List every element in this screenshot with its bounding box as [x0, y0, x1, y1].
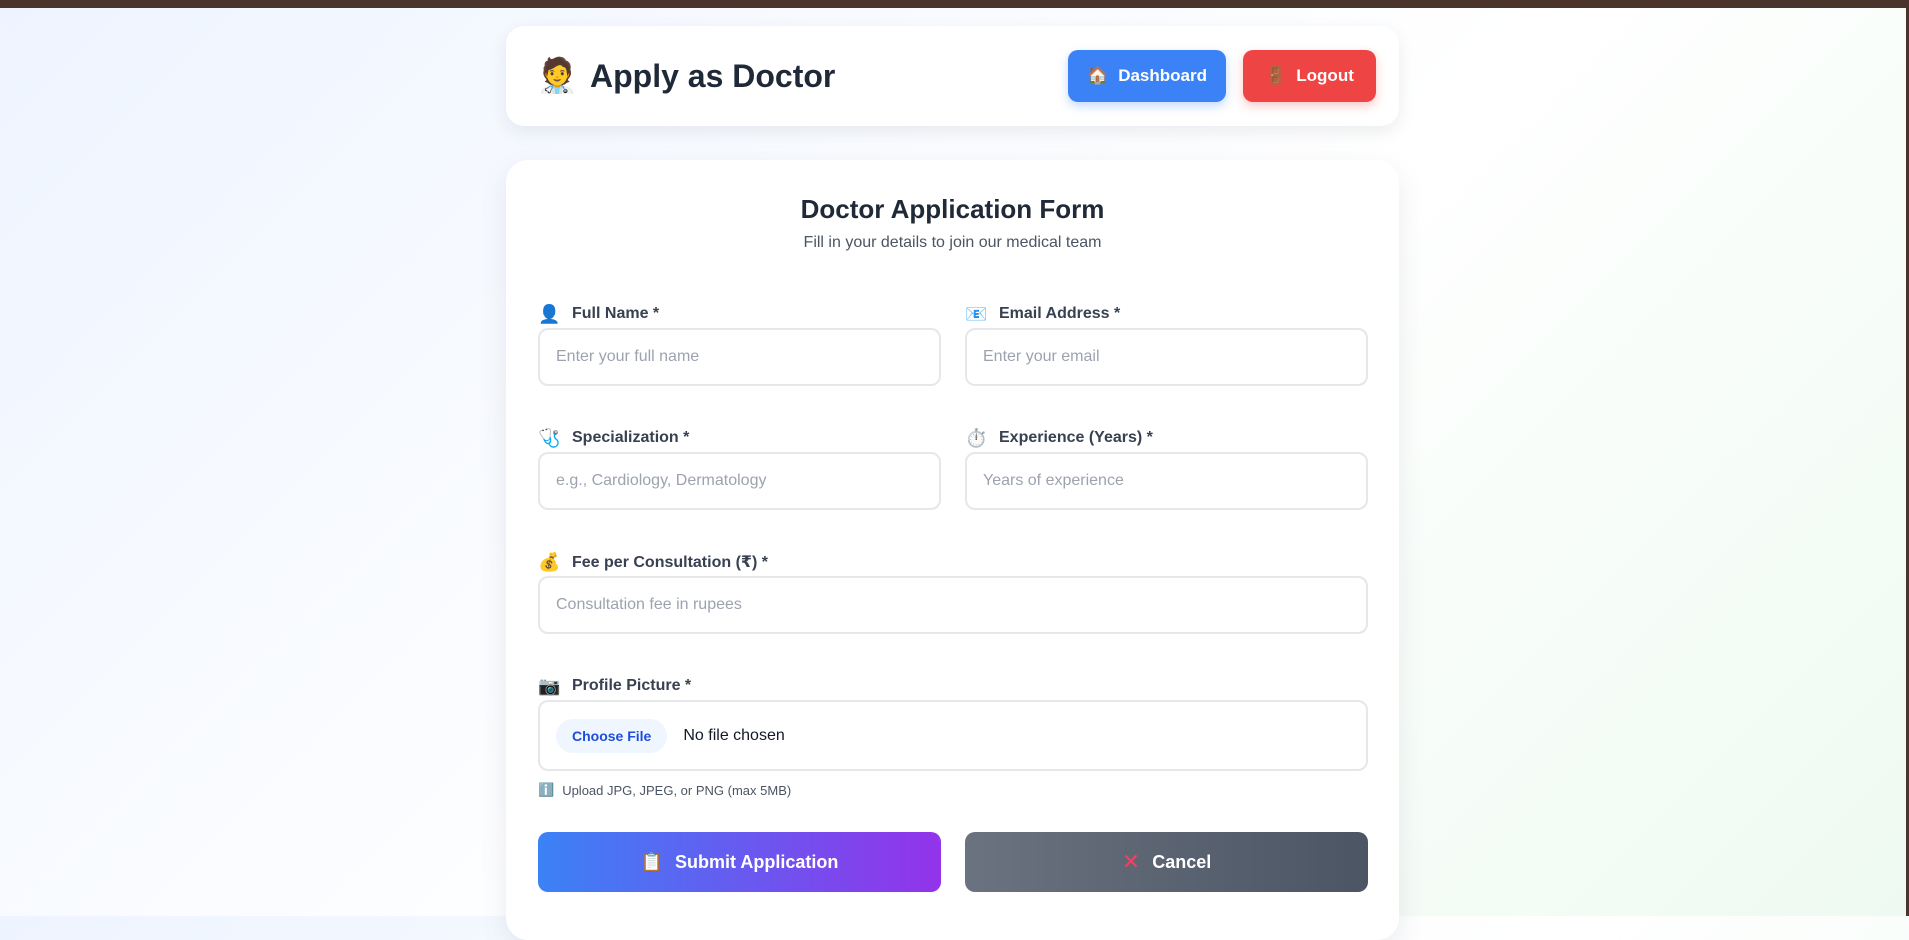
form-title: Doctor Application Form	[800, 194, 1105, 224]
submit-label: Submit Application	[675, 851, 839, 872]
page-header: 🧑‍⚕️ Apply as Doctor 🏠 Dashboard 🚪 Logou…	[506, 26, 1399, 126]
fee-label-text: Fee per Consultation (₹) *	[572, 554, 769, 571]
experience-label: ⏱️ Experience (Years) *	[965, 426, 1153, 450]
full-name-label-text: Full Name *	[572, 305, 660, 322]
profile-picture-label: 📷 Profile Picture *	[538, 674, 691, 698]
dashboard-label: Dashboard	[1118, 66, 1207, 85]
fee-label: 💰 Fee per Consultation (₹) *	[538, 550, 768, 574]
full-name-input[interactable]	[538, 328, 941, 386]
logout-button[interactable]: 🚪 Logout	[1243, 50, 1376, 102]
full-name-label: 👤 Full Name *	[538, 302, 659, 326]
upload-hint-text: Upload JPG, JPEG, or PNG (max 5MB)	[562, 782, 792, 798]
email-input[interactable]	[965, 328, 1368, 386]
file-status: No file chosen	[683, 726, 785, 744]
application-form-card: Doctor Application Form Fill in your det…	[506, 160, 1399, 940]
experience-label-text: Experience (Years) *	[999, 429, 1153, 446]
stethoscope-icon: 🩺	[538, 427, 561, 448]
specialization-input[interactable]	[538, 452, 941, 510]
specialization-label-text: Specialization *	[572, 429, 690, 446]
email-label-text: Email Address *	[999, 305, 1121, 322]
house-icon: 🏠	[1087, 66, 1109, 85]
profile-picture-label-text: Profile Picture *	[572, 677, 692, 694]
doctor-icon: 🧑‍⚕️	[536, 57, 579, 95]
dashboard-button[interactable]: 🏠 Dashboard	[1068, 50, 1226, 102]
experience-input[interactable]	[965, 452, 1368, 510]
logout-label: Logout	[1296, 66, 1354, 85]
camera-icon: 📷	[538, 675, 561, 696]
profile-picture-file-input[interactable]: Choose File No file chosen	[538, 700, 1368, 771]
fee-input[interactable]	[538, 576, 1368, 634]
page-title: Apply as Doctor	[590, 58, 836, 94]
person-icon: 👤	[538, 303, 561, 324]
cancel-label: Cancel	[1152, 851, 1212, 872]
stopwatch-icon: ⏱️	[965, 427, 988, 448]
email-icon: 📧	[965, 303, 988, 324]
cancel-button[interactable]: ✕ Cancel	[965, 832, 1368, 892]
submit-application-button[interactable]: 📋 Submit Application	[538, 832, 941, 892]
choose-file-button[interactable]: Choose File	[556, 718, 668, 753]
money-bag-icon: 💰	[538, 551, 561, 572]
browser-top-bar	[0, 0, 1909, 8]
upload-hint: ℹ️ Upload JPG, JPEG, or PNG (max 5MB)	[538, 782, 791, 798]
clipboard-icon: 📋	[640, 851, 664, 872]
info-icon: ℹ️	[538, 782, 555, 797]
close-icon: ✕	[1121, 849, 1141, 874]
email-label: 📧 Email Address *	[965, 302, 1120, 326]
form-subtitle: Fill in your details to join our medical…	[803, 234, 1102, 251]
door-icon: 🚪	[1265, 66, 1287, 85]
specialization-label: 🩺 Specialization *	[538, 426, 689, 450]
